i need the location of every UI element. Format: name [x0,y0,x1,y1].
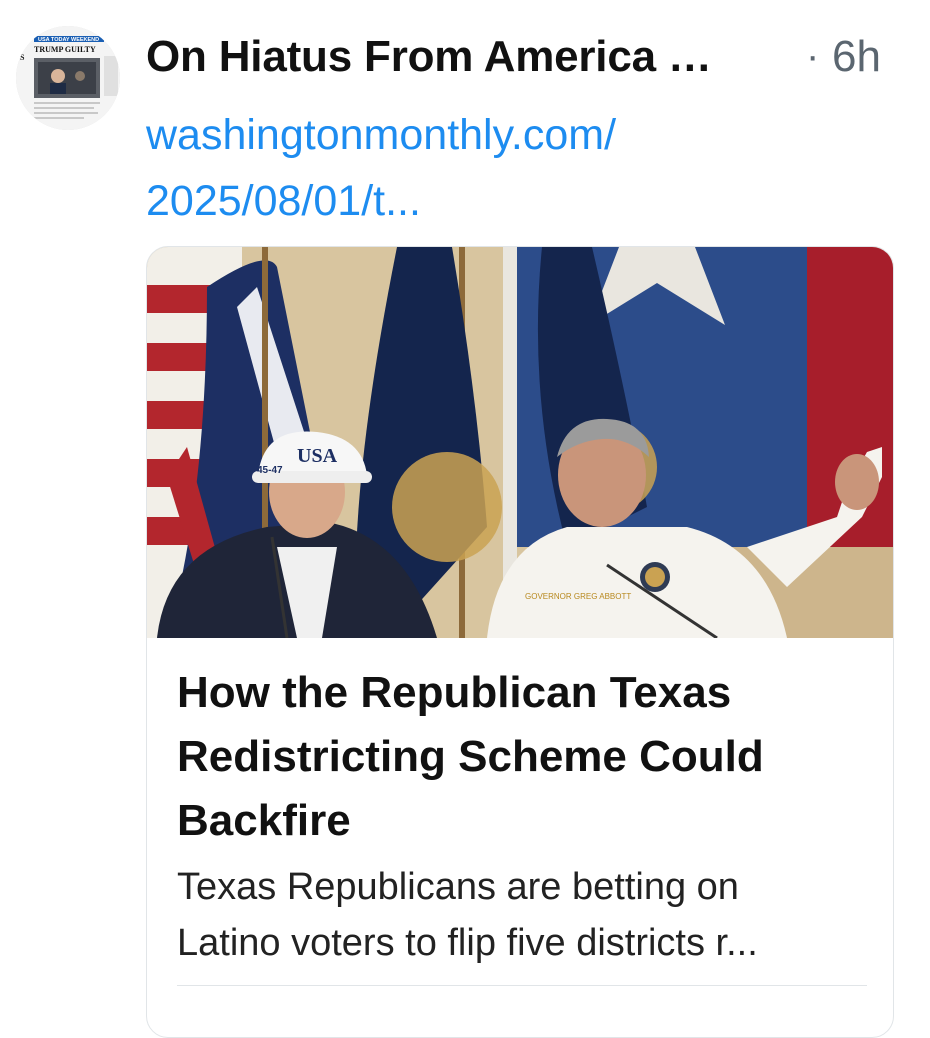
article-description-line-1: Texas Republicans are betting on [177,866,739,908]
post-link[interactable]: washingtonmonthly.com/ 2025/08/01/t... [146,102,786,234]
avatar-side-letter: S [20,53,25,62]
article-title-line-1: How the Republican Texas [177,668,732,717]
article-photo: USA 45-47 GOVERNOR GREG ABBOTT [147,247,893,638]
author-avatar[interactable]: USA TODAY WEEKEND TRUMP GUILTY S [16,26,120,130]
avatar-masthead: USA TODAY WEEKEND [38,37,99,43]
card-divider [177,985,867,986]
cap-side-text: 45-47 [257,465,283,476]
shirt-embroidery: GOVERNOR GREG ABBOTT [525,592,631,601]
article-description[interactable]: Texas Republicans are betting on Latino … [177,859,877,971]
article-title[interactable]: How the Republican Texas Redistricting S… [177,661,867,853]
post-link-line-1[interactable]: washingtonmonthly.com/ [146,102,786,168]
avatar-headline: TRUMP GUILTY [34,45,96,54]
article-description-line-2: Latino voters to flip five districts r..… [177,922,758,964]
meta-separator: · [806,34,820,78]
author-name[interactable]: On Hiatus From America … [146,32,712,82]
article-title-line-3: Backfire [177,796,351,845]
post-age[interactable]: 6h [832,32,881,82]
link-preview-card[interactable]: USA 45-47 GOVERNOR GREG ABBOTT How the R… [146,246,894,1038]
post-link-line-2[interactable]: 2025/08/01/t... [146,168,786,234]
article-title-line-2: Redistricting Scheme Could [177,732,764,781]
newspaper-thumbnail-icon: USA TODAY WEEKEND TRUMP GUILTY S [16,26,120,130]
cap-text: USA [297,445,338,467]
